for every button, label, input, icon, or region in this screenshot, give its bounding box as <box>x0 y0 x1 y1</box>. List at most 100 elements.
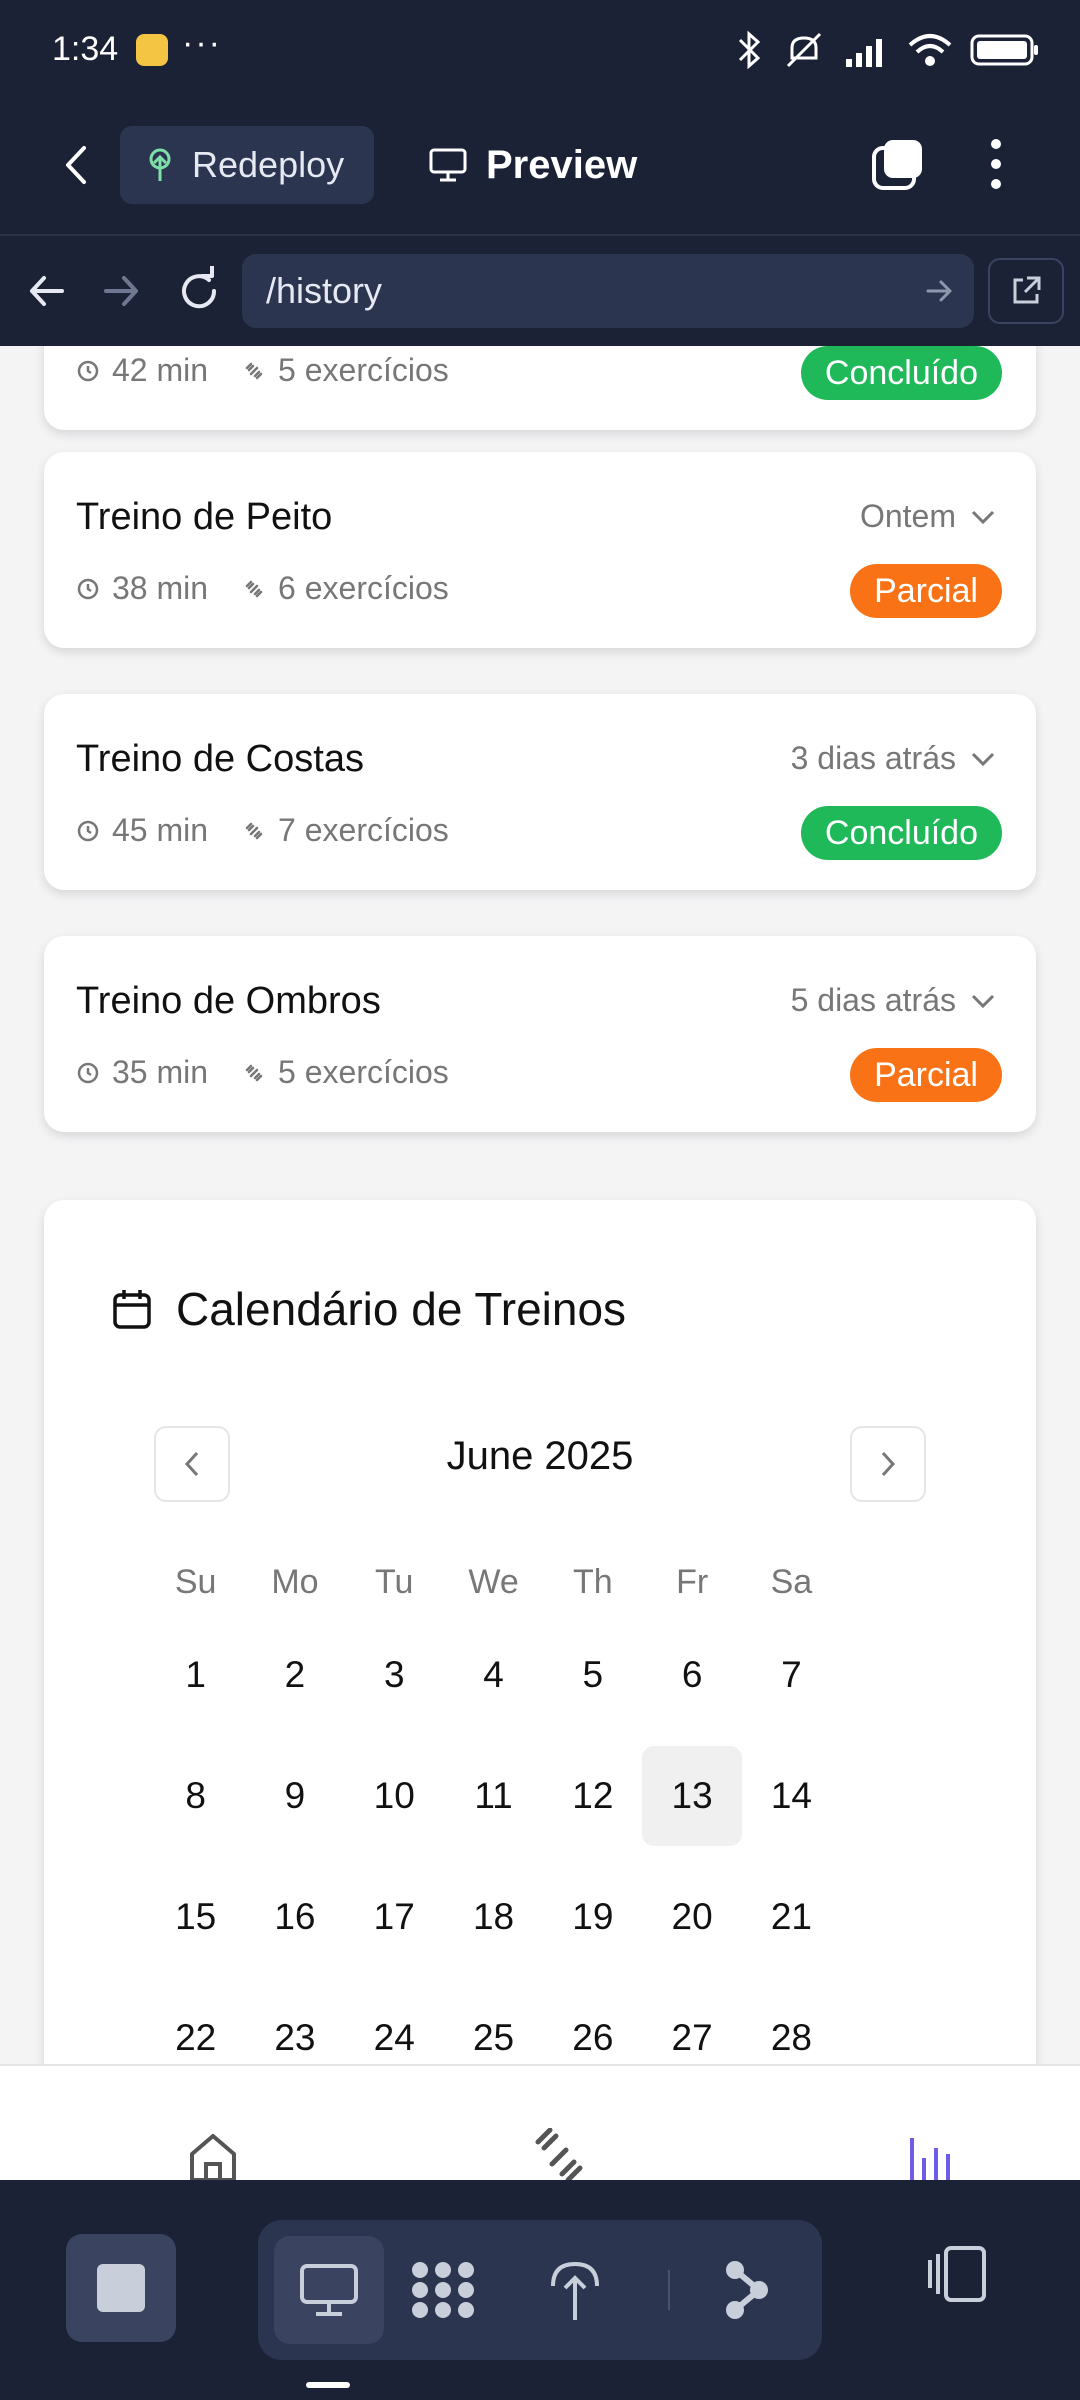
calendar-day[interactable]: 14 <box>742 1746 841 1846</box>
dock-deploy-button[interactable] <box>520 2236 630 2344</box>
workout-date-toggle[interactable]: Ontem <box>860 498 996 535</box>
browser-back-icon[interactable] <box>24 266 68 316</box>
calendar-week-row: 8 9 10 11 12 13 14 <box>146 1735 846 1856</box>
dock-workflow-button[interactable] <box>692 2236 802 2344</box>
workout-card-partial[interactable]: 42 min 5 exercícios Concluído <box>44 346 1036 430</box>
preview-label: Preview <box>486 142 638 187</box>
app-bottom-nav <box>0 2064 1080 2180</box>
workout-date: 3 dias atrás <box>790 740 956 776</box>
back-arrow-icon[interactable] <box>52 140 102 190</box>
chevron-down-icon <box>971 510 995 524</box>
workout-exercises: 7 exercícios <box>278 812 449 848</box>
weekday-label: Fr <box>676 1562 709 1601</box>
calendar-grid: Su Mo Tu We Th Fr Sa 1 2 3 4 5 6 7 8 9 10 11 12 13 14 15 16 17 1… <box>146 1550 846 2064</box>
calendar-week-row: 15 16 17 18 19 20 21 <box>146 1856 846 1977</box>
home-icon[interactable] <box>186 2128 240 2180</box>
weekday-label: Tu <box>375 1562 414 1601</box>
calendar-day[interactable]: 24 <box>345 1988 444 2065</box>
stop-button[interactable] <box>66 2234 176 2342</box>
monitor-icon <box>429 148 467 182</box>
calendar-day[interactable]: 20 <box>642 1867 741 1967</box>
clock-icon <box>77 578 99 599</box>
calendar-day[interactable]: 25 <box>444 1988 543 2065</box>
calendar-day[interactable]: 13 <box>642 1745 742 1846</box>
clock-icon <box>77 820 99 841</box>
workout-card[interactable]: Treino de Ombros 35 min 5 exercícios 5 d… <box>44 936 1036 1132</box>
dumbbell-icon <box>245 580 263 597</box>
calendar-day[interactable]: 21 <box>742 1867 841 1967</box>
calendar-week-row: 22 23 24 25 26 27 28 <box>146 1977 846 2064</box>
dock-apps-button[interactable] <box>388 2236 498 2344</box>
calendar-day[interactable]: 19 <box>543 1867 642 1967</box>
calendar-day[interactable]: 8 <box>146 1746 245 1846</box>
dumbbell-icon <box>245 1064 263 1081</box>
redeploy-button[interactable]: Redeploy <box>120 126 374 204</box>
status-badge: Concluído <box>800 806 1002 860</box>
calendar-day[interactable]: 23 <box>245 1988 344 2065</box>
calendar-day[interactable]: 1 <box>146 1625 245 1725</box>
browser-forward-icon[interactable] <box>100 266 144 316</box>
recents-icon[interactable] <box>924 2244 990 2304</box>
workout-title: Treino de Peito <box>76 496 333 538</box>
workout-date-toggle[interactable]: 3 dias atrás <box>791 740 996 777</box>
history-chart-icon[interactable] <box>906 2128 958 2180</box>
url-bar: /history <box>0 236 1080 346</box>
workout-card[interactable]: Treino de Costas 45 min 7 exercícios 3 d… <box>44 694 1036 890</box>
workflow-icon <box>726 2261 768 2319</box>
workout-duration: 38 min <box>112 570 209 606</box>
chevron-right-icon <box>881 1451 896 1477</box>
calendar-day[interactable]: 6 <box>642 1625 741 1725</box>
calendar-day[interactable]: 15 <box>146 1867 245 1967</box>
calendar-day[interactable]: 11 <box>444 1746 543 1846</box>
url-field[interactable]: /history <box>242 254 974 328</box>
calendar-day[interactable]: 26 <box>543 1988 642 2065</box>
calendar-day[interactable]: 22 <box>146 1988 245 2065</box>
dock-separator <box>668 2270 670 2310</box>
workout-duration: 35 min <box>112 1054 209 1090</box>
workout-date-toggle[interactable]: 5 dias atrás <box>791 982 996 1019</box>
dock-preview-button[interactable] <box>274 2236 384 2344</box>
calendar-day[interactable]: 4 <box>444 1625 543 1725</box>
reload-icon[interactable] <box>176 266 222 316</box>
calendar-day[interactable]: 18 <box>444 1867 543 1967</box>
weekday-label: Su <box>174 1562 217 1601</box>
workout-duration: 42 min <box>112 352 209 388</box>
chevron-down-icon <box>971 994 995 1008</box>
chevron-down-icon <box>971 752 995 766</box>
redeploy-icon <box>149 148 171 181</box>
status-badge: Parcial <box>850 564 1002 618</box>
signal-icon <box>846 39 882 67</box>
dumbbell-nav-icon[interactable] <box>530 2128 588 2180</box>
next-month-button[interactable] <box>850 1426 926 1502</box>
calendar-day[interactable]: 27 <box>642 1988 741 2065</box>
calendar-day[interactable]: 10 <box>345 1746 444 1846</box>
history-page: 42 min 5 exercícios Concluído Treino de … <box>0 346 1080 2064</box>
workout-exercises: 5 exercícios <box>278 352 449 388</box>
workout-title: Treino de Costas <box>76 738 364 780</box>
workout-exercises: 5 exercícios <box>278 1054 449 1090</box>
calendar-day[interactable]: 9 <box>245 1746 344 1846</box>
redeploy-label: Redeploy <box>192 144 345 185</box>
preview-tab[interactable]: Preview <box>428 126 637 204</box>
workout-card[interactable]: Treino de Peito 38 min 6 exercícios Onte… <box>44 452 1036 648</box>
calendar-day[interactable]: 28 <box>742 1988 841 2065</box>
tabs-icon[interactable] <box>870 136 926 192</box>
stop-icon <box>97 2264 145 2312</box>
open-external-button[interactable] <box>988 258 1064 324</box>
calendar-day[interactable]: 3 <box>345 1625 444 1725</box>
calendar-day[interactable]: 16 <box>245 1867 344 1967</box>
clock-icon <box>77 1062 99 1083</box>
calendar-day[interactable]: 7 <box>742 1625 841 1725</box>
calendar-day[interactable]: 12 <box>543 1746 642 1846</box>
calendar-day[interactable]: 5 <box>543 1625 642 1725</box>
go-arrow-icon[interactable] <box>924 276 954 306</box>
more-vertical-icon[interactable] <box>978 136 1014 192</box>
calendar-day[interactable]: 2 <box>245 1625 344 1725</box>
status-time: 1:34 <box>52 30 119 68</box>
home-indicator <box>306 2382 350 2388</box>
monitor-icon <box>300 2264 358 2316</box>
calendar-day[interactable]: 17 <box>345 1867 444 1967</box>
calendar-header: Calendário de Treinos <box>112 1282 626 1336</box>
bluetooth-icon <box>738 30 761 70</box>
apps-grid-icon <box>412 2262 474 2318</box>
